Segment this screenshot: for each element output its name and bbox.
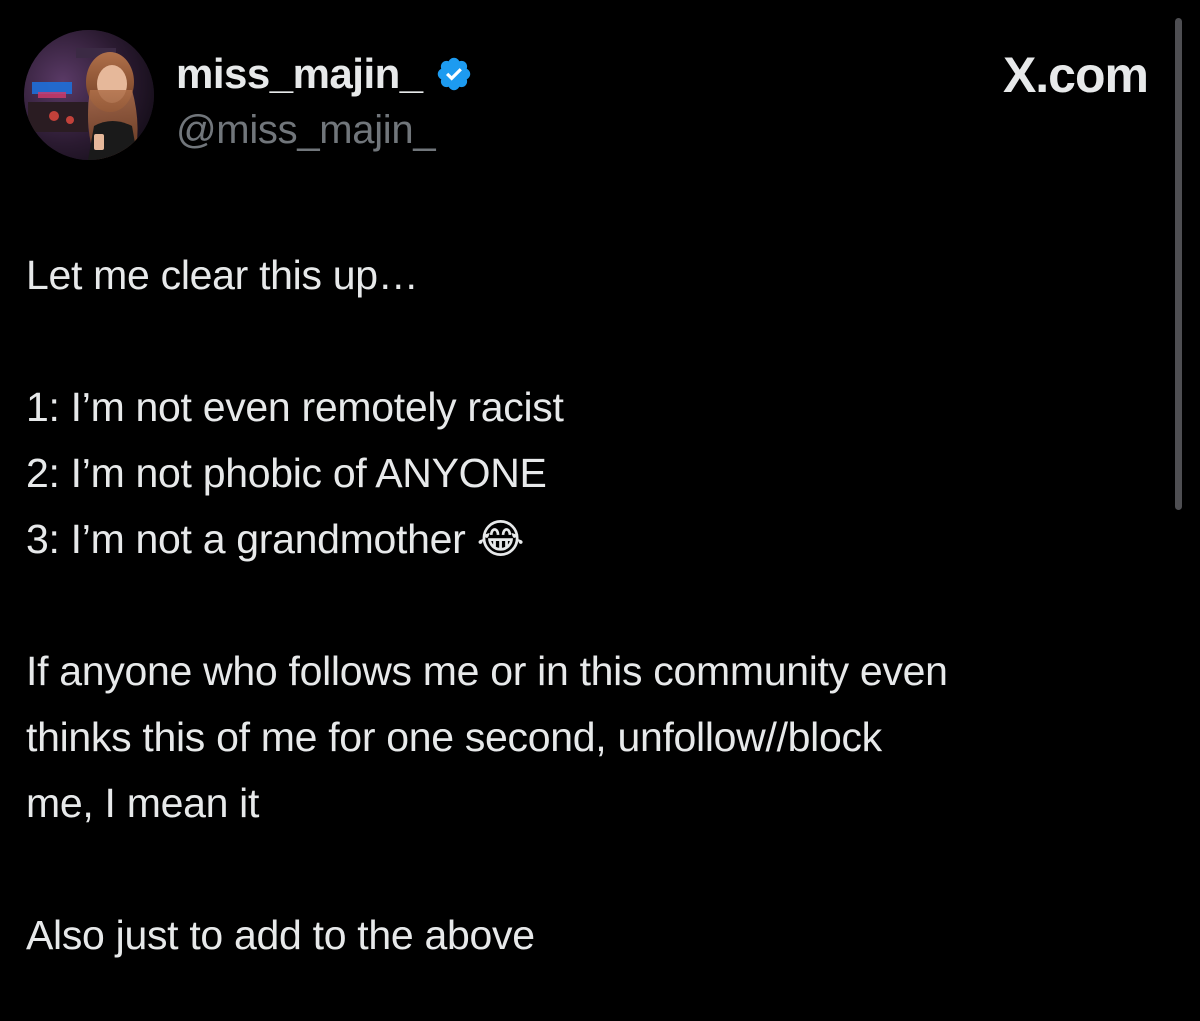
tweet-line: Let me clear this up… bbox=[26, 252, 419, 298]
tweet-line bbox=[26, 572, 1166, 638]
tweet-line bbox=[26, 308, 1166, 374]
tweet-header: miss_majin_ @miss_majin_ X.com bbox=[24, 30, 1154, 170]
verified-badge-icon bbox=[435, 55, 473, 93]
source-text: X.com bbox=[1002, 47, 1149, 103]
tweet-line: 1: I’m not even remotely racist bbox=[26, 384, 564, 430]
display-name-row: miss_majin_ bbox=[176, 50, 473, 98]
tweet-line: Also just to add to the above bbox=[26, 912, 535, 958]
tweet-line: thinks this of me for one second, unfoll… bbox=[26, 714, 882, 760]
display-name[interactable]: miss_majin_ bbox=[176, 50, 423, 98]
tweet-line: 3: I’m not a grandmother 😂 bbox=[26, 516, 525, 562]
avatar-image bbox=[24, 30, 154, 160]
handle[interactable]: @miss_majin_ bbox=[176, 108, 473, 153]
tweet-text: Let me clear this up… 1: I’m not even re… bbox=[26, 242, 1166, 968]
user-info: miss_majin_ @miss_majin_ bbox=[176, 50, 473, 153]
source-label: X.com bbox=[1002, 46, 1149, 104]
scrollbar[interactable] bbox=[1175, 18, 1182, 510]
tweet-line: me, I mean it bbox=[26, 780, 260, 826]
avatar[interactable] bbox=[24, 30, 154, 160]
tweet-line bbox=[26, 836, 1166, 902]
tweet-line: If anyone who follows me or in this comm… bbox=[26, 648, 948, 694]
tweet-line: 2: I’m not phobic of ANYONE bbox=[26, 450, 547, 496]
